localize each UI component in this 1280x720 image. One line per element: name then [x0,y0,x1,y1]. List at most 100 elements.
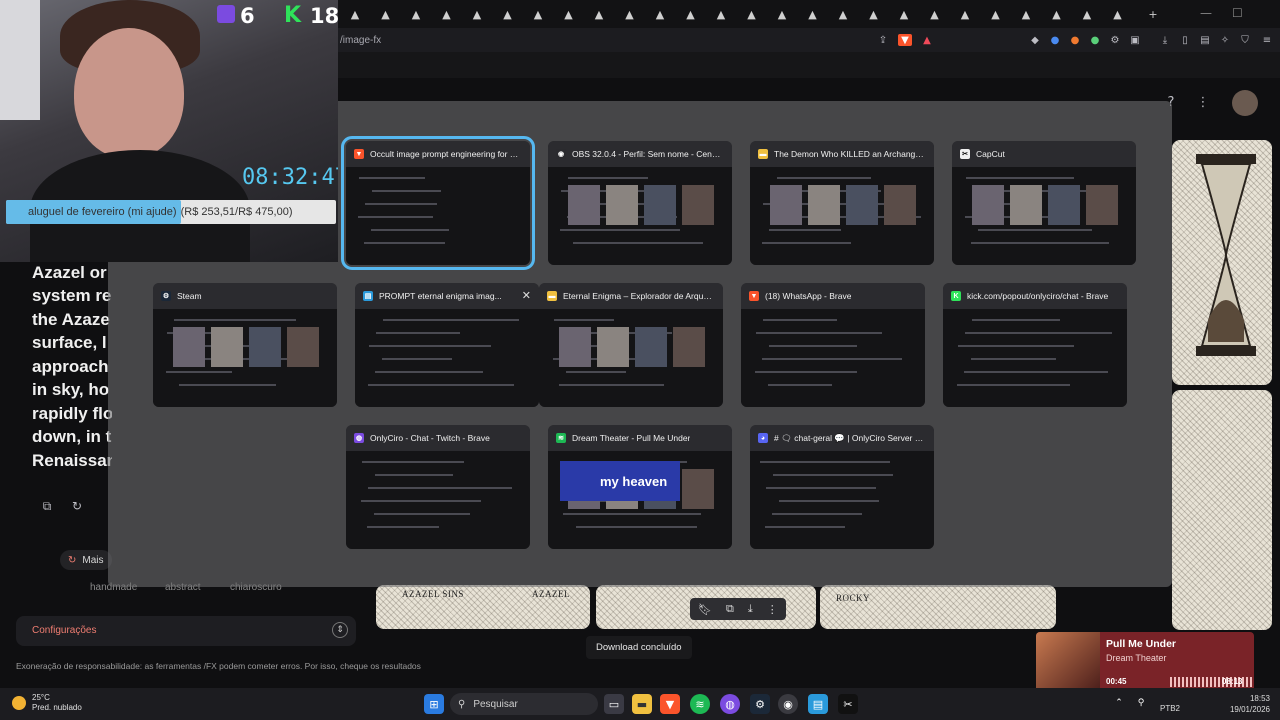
browser-tab[interactable]: ▲ [525,4,551,24]
browser-tab[interactable]: ▲ [647,4,673,24]
config-dropdown[interactable]: Configurações ⇕ [16,616,356,646]
browser-tab[interactable]: ▲ [739,4,765,24]
room-background [0,0,40,120]
minimize-button[interactable]: — [1200,6,1212,20]
keyboard-language[interactable]: PTB2 [1160,704,1180,713]
task-view-window[interactable]: ▤ PROMPT eternal enigma imag... ✕ [355,283,539,407]
window-thumbnail [355,309,539,407]
new-tab-button[interactable]: + [1140,4,1166,24]
obs-icon[interactable]: ◉ [778,694,798,714]
clock-time: 18:53 [1249,694,1270,703]
window-title-bar: ◕ # 🗨 chat-geral 💬 | OnlyCiro Server - Di… [750,425,934,451]
mais-button[interactable]: ↻ Mais [60,550,112,570]
browser-tab[interactable]: ▲ [403,4,429,24]
browser-tab[interactable]: ▲ [586,4,612,24]
browser-tab[interactable]: ▲ [1013,4,1039,24]
browser-tab[interactable]: ▲ [922,4,948,24]
task-view-window[interactable]: Kkick.com/popout/onlyciro/chat - Brave [943,283,1127,407]
steam-icon[interactable]: ⚙ [750,694,770,714]
generated-image-1[interactable]: AZAZEL SINS AZAZEL [376,585,590,629]
brave-icon[interactable]: ▼ [660,694,680,714]
browser-tab[interactable]: ▲ [495,4,521,24]
start-icon[interactable]: ⊞ [424,694,444,714]
copy-image-icon[interactable]: ⧉ [726,602,734,616]
browser-tab[interactable]: ▲ [800,4,826,24]
close-window-icon[interactable]: ✕ [522,289,531,302]
capcut-icon[interactable]: ✂ [838,694,858,714]
window-title-bar: ▼ Occult image prompt engineering for Yo.… [346,141,530,167]
avatar[interactable] [1232,90,1258,116]
browser-tab[interactable]: ▲ [769,4,795,24]
more-vert-icon[interactable]: ⋮ [1196,95,1210,110]
browser-tab[interactable]: ▲ [342,4,368,24]
task-view-window[interactable]: ⚙ Steam [153,283,337,407]
extension-icon-2[interactable]: ● [1048,34,1062,46]
browser-tab[interactable]: ▲ [891,4,917,24]
generated-image-angel[interactable] [1172,390,1272,630]
url-text[interactable]: /image-fx [340,35,381,46]
download-icon[interactable]: ⤓ [1158,34,1172,46]
leo-ai-icon[interactable]: ✧ [1218,34,1232,46]
browser-tab[interactable]: ▲ [830,4,856,24]
file-explorer-icon[interactable]: ▬ [632,694,652,714]
notepad-icon[interactable]: ▤ [808,694,828,714]
brave-shields-icon[interactable]: ▼ [898,34,912,46]
browser-tab[interactable]: ▲ [373,4,399,24]
task-view-window[interactable]: ▬ The Demon Who KILLED an Archangel –... [750,141,934,265]
task-view-window[interactable]: ✂ CapCut [952,141,1136,265]
vpn-icon[interactable]: ⛉ [1238,34,1252,46]
browser-tab[interactable]: ▲ [464,4,490,24]
browser-tab[interactable]: ▲ [1105,4,1131,24]
browser-tab[interactable]: ▲ [434,4,460,24]
browser-tab[interactable]: ▲ [952,4,978,24]
browser-tab[interactable]: ▲ [678,4,704,24]
menu-icon[interactable]: ≡ [1260,34,1274,46]
clock[interactable]: 18:53 19/01/2026 [1230,693,1270,715]
browser-tab[interactable]: ▲ [708,4,734,24]
copy-icon[interactable]: ⧉ [40,499,54,513]
window-thumbnail [153,309,337,407]
window-title-bar: ◍ OnlyCiro - Chat - Twitch - Brave [346,425,530,451]
wallet-icon[interactable]: ▤ [1198,34,1212,46]
task-view-window[interactable]: ▼ (18) WhatsApp - Brave [741,283,925,407]
task-view-window[interactable]: ◍ OnlyCiro - Chat - Twitch - Brave [346,425,530,549]
engraving-label: ROCKY [836,593,871,603]
browser-tab[interactable]: ▲ [1044,4,1070,24]
extension-icon-6[interactable]: ▣ [1128,34,1142,46]
twitch-app-icon[interactable]: ◍ [720,694,740,714]
share-icon[interactable]: ⇪ [876,34,890,46]
generated-image-hourglass[interactable] [1172,140,1272,385]
refresh-icon[interactable]: ↻ [70,499,84,513]
browser-tab[interactable]: ▲ [556,4,582,24]
maximize-button[interactable]: ☐ [1232,6,1243,20]
task-view-window[interactable]: ≋ Dream Theater - Pull Me Under my heaven [548,425,732,549]
weather-widget[interactable]: 25°C Pred. nublado [12,693,82,713]
generated-image-3[interactable]: ROCKY [820,585,1056,629]
task-view-window[interactable]: ◉ OBS 32.0.4 - Perfil: Sem nome - Cenas: … [548,141,732,265]
network-icon[interactable]: ⚲ [1134,696,1148,710]
task-view-window[interactable]: ◕ # 🗨 chat-geral 💬 | OnlyCiro Server - Di… [750,425,934,549]
extension-icon-4[interactable]: ● [1088,34,1102,46]
extension-icon-1[interactable]: ◆ [1028,34,1042,46]
browser-tab[interactable]: ▲ [861,4,887,24]
album-art [1036,632,1100,692]
download-image-icon[interactable]: ⤓ [748,602,753,616]
tray-chevron-icon[interactable]: ⌃ [1112,696,1126,710]
bookmark-icon[interactable]: 🔖︎ [698,603,712,616]
browser-tab[interactable]: ▲ [983,4,1009,24]
window-title-bar: ▬ Eternal Enigma – Explorador de Arquivos [539,283,723,309]
refresh-small-icon: ↻ [68,554,77,566]
prompt-line: system re [32,286,112,305]
task-view-icon[interactable]: ▭ [604,694,624,714]
more-options-icon[interactable]: ⋮ [767,603,778,616]
brave-rewards-icon[interactable]: ▲ [920,34,934,46]
taskbar-search[interactable]: ⚲ Pesquisar [450,693,598,715]
extension-icon-3[interactable]: ● [1068,34,1082,46]
task-view-window[interactable]: ▼ Occult image prompt engineering for Yo.… [341,136,535,270]
browser-tab[interactable]: ▲ [1074,4,1100,24]
task-view-window[interactable]: ▬ Eternal Enigma – Explorador de Arquivos [539,283,723,407]
spotify-icon[interactable]: ≋ [690,694,710,714]
browser-tab[interactable]: ▲ [617,4,643,24]
extension-icon-5[interactable]: ⚙ [1108,34,1122,46]
sidebar-icon[interactable]: ▯ [1178,34,1192,46]
